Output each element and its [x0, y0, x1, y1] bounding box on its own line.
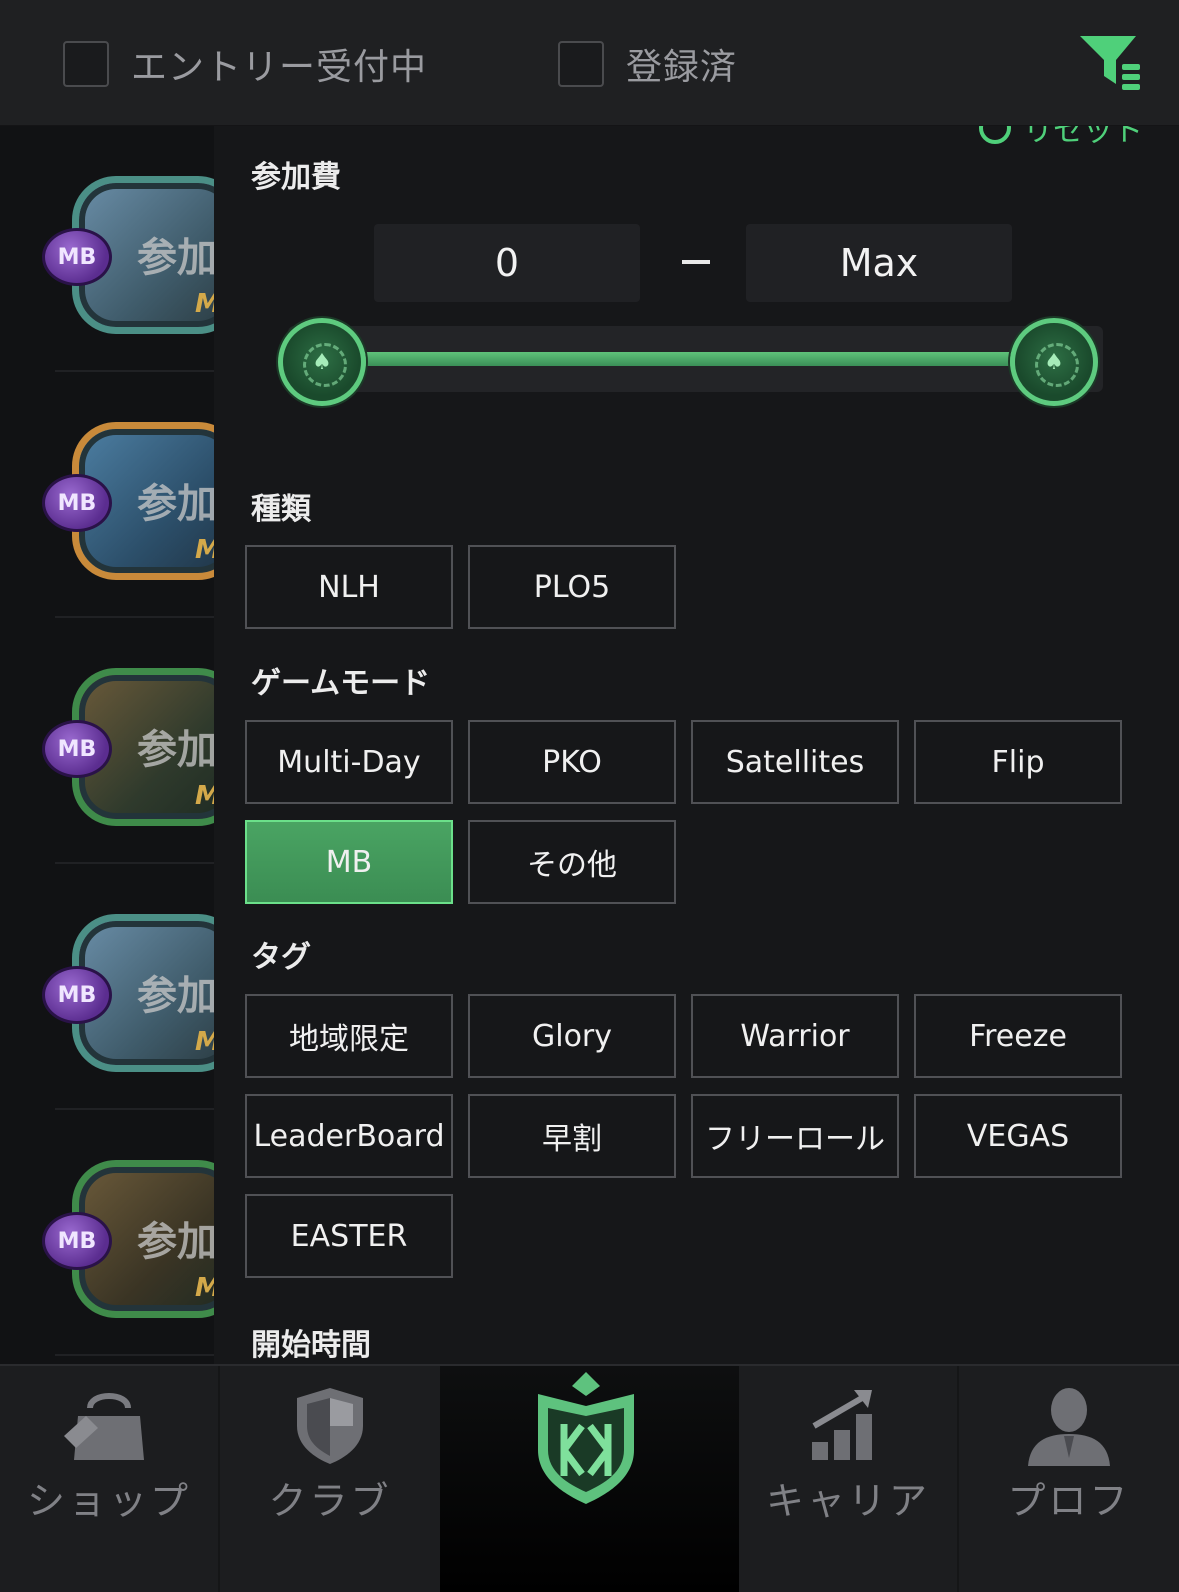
- ticket-text: 参加: [137, 235, 214, 281]
- nav-shop-label: ショップ: [26, 1479, 191, 1523]
- tournament-card[interactable]: 参加 M MB: [0, 372, 214, 618]
- fee-min-input[interactable]: 0: [374, 224, 640, 302]
- tag-option-easter[interactable]: EASTER: [245, 1194, 453, 1278]
- ticket-corner-letter: M: [195, 1027, 214, 1057]
- fee-slider-fill: [324, 352, 1066, 366]
- nav-profile[interactable]: プロフ: [959, 1366, 1179, 1592]
- tournament-card[interactable]: 参加 M MB: [0, 1110, 214, 1356]
- tournament-list: 参加 M MB 参加 M MB 参加 M MB 参加 M MB 参加 M: [0, 126, 214, 1364]
- ticket-text: 参加: [137, 481, 214, 527]
- tag-option-early-bird[interactable]: 早割: [468, 1094, 676, 1178]
- range-dash: [682, 260, 710, 264]
- tag-option-warrior[interactable]: Warrior: [691, 994, 899, 1078]
- chart-growth-icon: [812, 1390, 872, 1460]
- kk-logo-icon: [538, 1372, 634, 1504]
- reset-label: リセット: [1023, 126, 1143, 149]
- entry-open-checkbox-box[interactable]: [63, 41, 109, 87]
- mb-badge: MB: [42, 966, 112, 1024]
- nav-career[interactable]: キャリア: [739, 1366, 957, 1592]
- spade-icon: ♠: [1044, 349, 1064, 375]
- tournament-card[interactable]: 参加 M MB: [0, 618, 214, 864]
- entry-open-checkbox[interactable]: エントリー受付中: [63, 40, 427, 88]
- fee-max-input[interactable]: Max: [746, 224, 1012, 302]
- nav-profile-label: プロフ: [1007, 1479, 1131, 1523]
- profile-icon: [1028, 1388, 1110, 1466]
- spade-icon: ♠: [312, 349, 332, 375]
- mb-badge: MB: [42, 228, 112, 286]
- ticket-corner-letter: M: [195, 1273, 214, 1303]
- game-mode-section-title: ゲームモード: [251, 666, 431, 701]
- reset-button[interactable]: リセット: [979, 126, 1143, 150]
- type-section-title: 種類: [251, 492, 311, 527]
- entry-open-label: エントリー受付中: [131, 47, 428, 88]
- tag-option-freeroll[interactable]: フリーロール: [691, 1094, 899, 1178]
- mode-option-satellites[interactable]: Satellites: [691, 720, 899, 804]
- start-time-section-title: 開始時間: [251, 1328, 371, 1363]
- tag-option-regional[interactable]: 地域限定: [245, 994, 453, 1078]
- shopping-bag-icon: [64, 1393, 144, 1460]
- mb-badge: MB: [42, 720, 112, 778]
- fee-slider-max-handle[interactable]: ♠: [1010, 318, 1098, 406]
- ticket-corner-letter: M: [195, 535, 214, 565]
- nav-club-label: クラブ: [268, 1479, 392, 1523]
- shield-icon: [297, 1388, 363, 1464]
- filter-panel: リセット 参加費 0 Max ♠ ♠ 種類 NLH PLO5 ゲームモード Mu…: [214, 126, 1179, 1364]
- tag-option-glory[interactable]: Glory: [468, 994, 676, 1078]
- tags-section-title: タグ: [251, 940, 311, 975]
- mb-badge: MB: [42, 474, 112, 532]
- bottom-navigation: ショップ クラブ キャリア プロフ: [0, 1364, 1179, 1592]
- tag-option-leaderboard[interactable]: LeaderBoard: [245, 1094, 453, 1178]
- nav-career-label: キャリア: [765, 1479, 930, 1523]
- ticket-text: 参加: [137, 727, 214, 773]
- mode-option-mb[interactable]: MB: [245, 820, 453, 904]
- nav-club[interactable]: クラブ: [220, 1366, 440, 1592]
- registered-label: 登録済: [626, 47, 738, 88]
- mode-option-multi-day[interactable]: Multi-Day: [245, 720, 453, 804]
- type-option-plo5[interactable]: PLO5: [468, 545, 676, 629]
- tournament-card[interactable]: 参加 M MB: [0, 864, 214, 1110]
- nav-home[interactable]: [440, 1366, 739, 1592]
- type-option-nlh[interactable]: NLH: [245, 545, 453, 629]
- tag-option-vegas[interactable]: VEGAS: [914, 1094, 1122, 1178]
- ticket-corner-letter: M: [195, 781, 214, 811]
- nav-shop[interactable]: ショップ: [0, 1366, 218, 1592]
- filter-icon[interactable]: [1078, 32, 1148, 96]
- top-filter-bar: エントリー受付中 登録済: [0, 0, 1179, 126]
- registered-checkbox-box[interactable]: [558, 41, 604, 87]
- fee-section-title: 参加費: [251, 160, 341, 195]
- mode-option-pko[interactable]: PKO: [468, 720, 676, 804]
- registered-checkbox[interactable]: 登録済: [558, 40, 737, 88]
- mode-option-other[interactable]: その他: [468, 820, 676, 904]
- tournament-card[interactable]: 参加 M MB: [0, 126, 214, 372]
- ticket-text: 参加: [137, 1219, 214, 1265]
- reset-icon: [979, 126, 1011, 144]
- mb-badge: MB: [42, 1212, 112, 1270]
- ticket-corner-letter: M: [195, 289, 214, 319]
- divider: [55, 1354, 214, 1356]
- ticket-text: 参加: [137, 973, 214, 1019]
- mode-option-flip[interactable]: Flip: [914, 720, 1122, 804]
- fee-slider-min-handle[interactable]: ♠: [278, 318, 366, 406]
- tag-option-freeze[interactable]: Freeze: [914, 994, 1122, 1078]
